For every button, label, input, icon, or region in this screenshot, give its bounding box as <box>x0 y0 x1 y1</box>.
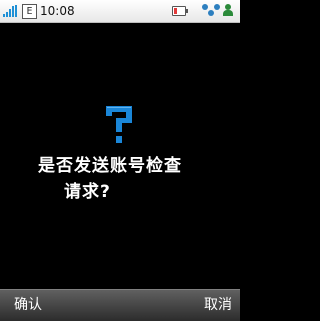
question-mark-icon <box>106 106 132 143</box>
dialog-message: 是否发送账号检查 请求? <box>38 153 218 205</box>
dialog-message-line2: 请求? <box>64 182 111 202</box>
dialog-message-line1: 是否发送账号检查 <box>38 156 182 176</box>
status-time: 10:08 <box>40 4 75 18</box>
battery-icon <box>172 6 188 16</box>
network-e-icon: E <box>22 4 37 19</box>
softkey-bar: 确认 取消 <box>0 289 240 321</box>
battery-level-fill <box>174 8 177 14</box>
signal-icon <box>3 5 19 17</box>
screen: E 10:08 是否发送账号检查 请求? 确认 取消 <box>0 0 240 321</box>
confirm-softkey[interactable]: 确认 <box>14 296 42 314</box>
bluetooth-icon <box>202 3 220 19</box>
status-bar: E 10:08 <box>0 0 240 23</box>
profile-icon <box>222 4 234 16</box>
cancel-softkey[interactable]: 取消 <box>204 296 232 314</box>
